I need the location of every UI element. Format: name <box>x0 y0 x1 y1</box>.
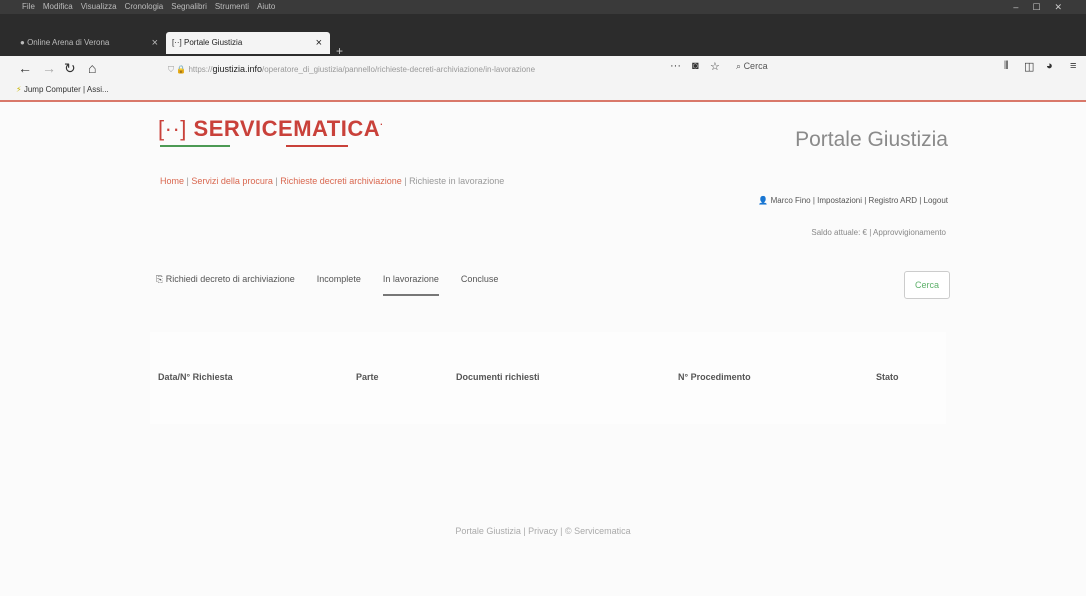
close-icon[interactable]: × <box>316 32 322 54</box>
menu-item-aiuto[interactable]: Aiuto <box>257 0 275 14</box>
library-icon[interactable]: ⫴ <box>1004 60 1009 73</box>
tab-bar: ● Online Arena di Verona × [··] Portale … <box>0 14 1086 58</box>
menu-item-segnalibri[interactable]: Segnalibri <box>171 0 207 14</box>
tab-label: Portale Giustizia <box>184 38 243 47</box>
column-header-parte: Parte <box>356 372 379 382</box>
shield-icon: ⛉ <box>168 65 174 74</box>
request-tabs: ⎘ Richiedi decreto di archiviazione Inco… <box>156 274 498 296</box>
url-prefix: https:// <box>188 65 213 74</box>
window-controls[interactable]: –☐✕ <box>1013 0 1076 14</box>
lock-icon: 🔒 <box>176 65 187 74</box>
servicematica-logo[interactable]: [··] SERVICEMATICA· <box>158 116 384 142</box>
user-icon: 👤 <box>758 196 769 205</box>
browser-tab-portale[interactable]: [··] Portale Giustizia × <box>166 32 330 54</box>
sidebar-icon[interactable]: ◫ <box>1024 60 1034 73</box>
column-header-stato: Stato <box>876 372 899 382</box>
search-icon: ⌕ <box>736 61 742 71</box>
forward-arrow-icon[interactable]: → <box>42 60 56 76</box>
window-title-bar: File Modifica Visualizza Cronologia Segn… <box>0 0 1086 14</box>
bookmark-icon: ⚡ <box>16 85 22 94</box>
tab-richiedi-decreto[interactable]: ⎘ Richiedi decreto di archiviazione <box>156 274 295 296</box>
page-footer[interactable]: Portale Giustizia | Privacy | © Servicem… <box>0 526 1086 536</box>
balance-info[interactable]: Saldo attuale: € | Approvvigionamento <box>811 228 946 237</box>
bookmark-item[interactable]: ⚡ Jump Computer | Assi... <box>16 85 109 94</box>
menu-item-modifica[interactable]: Modifica <box>43 0 73 14</box>
url-path: /operatore_di_giustizia/pannello/richies… <box>261 65 536 74</box>
logo-underline-red <box>286 145 348 147</box>
logo-bracket-icon: [··] <box>158 116 187 141</box>
menu-item-cronologia[interactable]: Cronologia <box>125 0 164 14</box>
browser-tab-arena[interactable]: ● Online Arena di Verona × <box>14 32 166 54</box>
pocket-icon[interactable]: ◙ <box>692 60 699 72</box>
bookmarks-bar: ⚡ Jump Computer | Assi... <box>0 82 1086 102</box>
tab-incomplete[interactable]: Incomplete <box>317 274 361 296</box>
search-button[interactable]: Cerca <box>904 271 950 299</box>
menu-item-strumenti[interactable]: Strumenti <box>215 0 249 14</box>
column-header-procedimento: N° Procedimento <box>678 372 751 382</box>
logo-text: SERVICEMATICA <box>193 116 381 141</box>
breadcrumb: Home | Servizi della procura | Richieste… <box>160 176 504 186</box>
search-input[interactable] <box>752 278 902 292</box>
user-menu-text: Marco Fino | Impostazioni | Registro ARD… <box>770 196 948 205</box>
bookmark-star-icon[interactable]: ☆ <box>710 60 720 73</box>
tab-label: Online Arena di Verona <box>27 38 110 47</box>
browser-search-box[interactable]: ⌕ Cerca <box>736 61 768 72</box>
request-icon: ⎘ <box>156 274 164 284</box>
search-placeholder: Cerca <box>743 61 768 71</box>
breadcrumb-current: Richieste in lavorazione <box>409 176 505 186</box>
column-header-data: Data/N° Richiesta <box>158 372 233 382</box>
reload-icon[interactable]: ↻ <box>64 60 76 77</box>
column-header-documenti: Documenti richiesti <box>456 372 540 382</box>
url-bar[interactable]: ⛉ 🔒 https://giustizia.info/operatore_di_… <box>168 61 648 77</box>
menu-item-visualizza[interactable]: Visualizza <box>81 0 117 14</box>
tab-favicon-icon: ● <box>20 38 25 47</box>
home-icon[interactable]: ⌂ <box>88 60 96 76</box>
hamburger-menu-icon[interactable]: ≡ <box>1070 60 1076 72</box>
breadcrumb-servizi-link[interactable]: Servizi della procura <box>191 176 273 186</box>
menu-item-file[interactable]: File <box>22 0 35 14</box>
navigation-bar: ← → ↻ ⌂ ⛉ 🔒 https://giustizia.info/opera… <box>0 56 1086 82</box>
close-icon[interactable]: × <box>152 32 158 54</box>
requests-table: Data/N° Richiesta Parte Documenti richie… <box>150 332 946 424</box>
back-arrow-icon[interactable]: ← <box>18 60 32 76</box>
browser-menu: File Modifica Visualizza Cronologia Segn… <box>22 0 275 14</box>
user-menu[interactable]: 👤 Marco Fino | Impostazioni | Registro A… <box>758 196 948 205</box>
extension-icon[interactable]: ◕ <box>1046 60 1053 72</box>
more-icon[interactable]: ··· <box>670 60 681 72</box>
breadcrumb-richieste-link[interactable]: Richieste decreti archiviazione <box>280 176 402 186</box>
balance-text: Saldo attuale: € | Approvvigionamento <box>811 228 946 237</box>
portal-title: Portale Giustizia <box>795 128 948 151</box>
tab-in-lavorazione[interactable]: In lavorazione <box>382 274 439 296</box>
tab-concluse[interactable]: Concluse <box>461 274 499 296</box>
tab-favicon-icon: [··] <box>172 38 182 47</box>
logo-underline-green <box>160 145 230 147</box>
url-domain: giustizia.info <box>212 64 262 74</box>
breadcrumb-home-link[interactable]: Home <box>160 176 184 186</box>
